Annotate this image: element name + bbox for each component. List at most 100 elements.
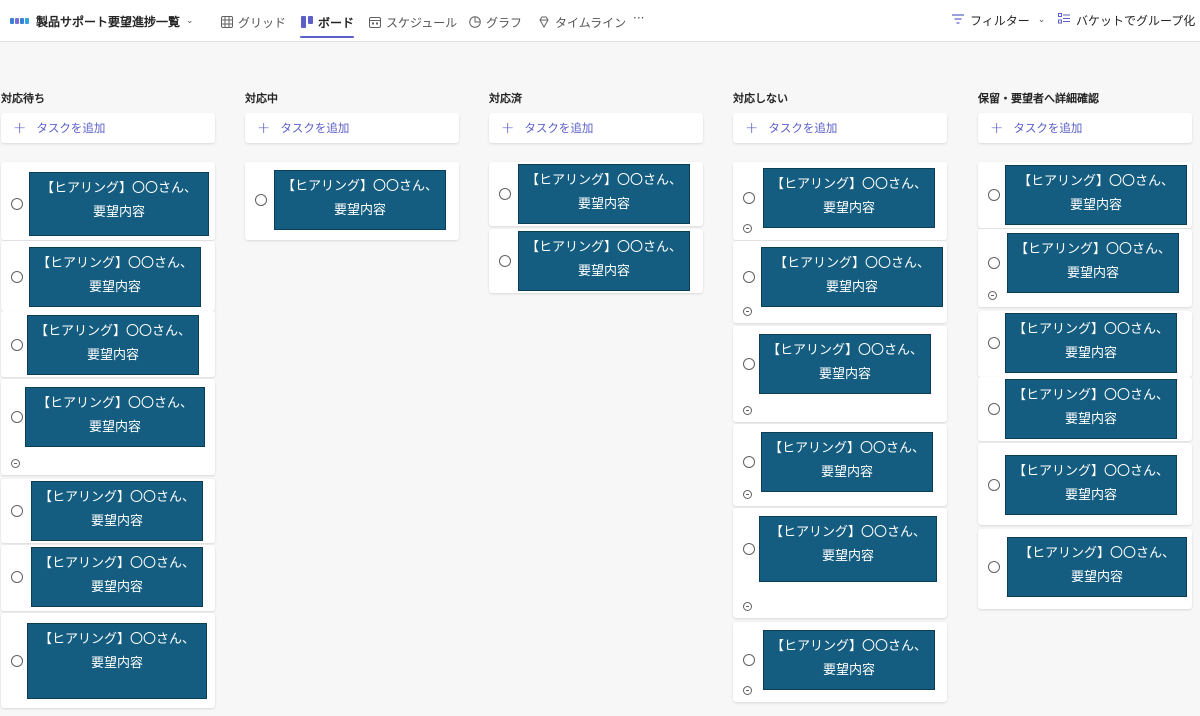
complete-task-radio[interactable]: [499, 255, 511, 267]
task-card[interactable]: 【ヒアリング】〇〇さん、 要望内容: [978, 229, 1192, 307]
card-title-line: 【ヒアリング】〇〇さん、: [1012, 388, 1169, 403]
card-title-line: 要望内容: [820, 465, 873, 480]
bucket-title[interactable]: 対応済: [489, 90, 522, 106]
plan-title: 製品サポート要望進捗一覧: [36, 14, 181, 29]
add-task-button[interactable]: + タスクを追加: [489, 113, 703, 143]
card-title-line: 要望内容: [818, 367, 871, 382]
task-card[interactable]: 【ヒアリング】〇〇さん、 要望内容: [978, 377, 1192, 441]
complete-task-radio[interactable]: [11, 655, 23, 667]
chart-icon: [468, 15, 482, 29]
tab-label: スケジュール: [386, 15, 458, 30]
card-title-line: 【ヒアリング】〇〇さん、: [525, 240, 682, 255]
task-card[interactable]: 【ヒアリング】〇〇さん、 要望内容: [1, 241, 215, 311]
grid-icon: [220, 15, 234, 29]
card-title-line: 要望内容: [1064, 488, 1117, 503]
bucket-title[interactable]: 対応中: [245, 90, 278, 106]
task-card[interactable]: 【ヒアリング】〇〇さん、 要望内容: [489, 229, 703, 293]
add-task-button[interactable]: + タスクを追加: [1, 113, 215, 143]
complete-task-radio[interactable]: [11, 198, 23, 210]
card-preview-image: 【ヒアリング】〇〇さん、 要望内容: [274, 170, 446, 230]
task-card[interactable]: 【ヒアリング】〇〇さん、 要望内容: [245, 162, 459, 240]
card-title-line: 要望内容: [90, 656, 143, 671]
comment-icon: [743, 686, 752, 695]
complete-task-radio[interactable]: [988, 189, 1000, 201]
card-preview-image: 【ヒアリング】〇〇さん、 要望内容: [518, 231, 690, 291]
plan-selector[interactable]: 製品サポート要望進捗一覧 ⌄: [10, 10, 194, 32]
more-options-icon[interactable]: ···: [633, 8, 644, 30]
filter-button[interactable]: フィルター ⌄: [952, 10, 1045, 30]
task-card[interactable]: 【ヒアリング】〇〇さん、 要望内容: [1, 613, 215, 708]
complete-task-radio[interactable]: [11, 339, 23, 351]
add-task-button[interactable]: + タスクを追加: [733, 113, 947, 143]
task-card[interactable]: 【ヒアリング】〇〇さん、 要望内容: [978, 162, 1192, 228]
complete-task-radio[interactable]: [743, 456, 755, 468]
tab-grid[interactable]: グリッド: [220, 8, 286, 36]
bucket-title[interactable]: 保留・要望者へ詳細確認: [978, 90, 1099, 106]
task-card[interactable]: 【ヒアリング】〇〇さん、 要望内容: [1, 545, 215, 611]
add-task-label: タスクを追加: [524, 121, 594, 135]
comment-icon: [743, 490, 752, 499]
add-task-label: タスクを追加: [280, 121, 350, 135]
group-label: バケットでグループ化: [1076, 13, 1196, 28]
complete-task-radio[interactable]: [988, 337, 1000, 349]
complete-task-radio[interactable]: [11, 271, 23, 283]
add-task-button[interactable]: + タスクを追加: [245, 113, 459, 143]
group-by-button[interactable]: バケットでグループ化 ⌄: [1058, 10, 1200, 30]
comment-icon: [743, 602, 752, 611]
card-preview-image: 【ヒアリング】〇〇さん、 要望内容: [1005, 455, 1177, 515]
task-card[interactable]: 【ヒアリング】〇〇さん、 要望内容: [1, 311, 215, 377]
tab-label: グラフ: [486, 15, 523, 30]
task-card[interactable]: 【ヒアリング】〇〇さん、 要望内容: [1, 379, 215, 475]
card-title-line: 【ヒアリング】〇〇さん、: [768, 441, 925, 456]
tab-chart[interactable]: グラフ: [468, 8, 522, 36]
task-card[interactable]: 【ヒアリング】〇〇さん、 要望内容: [733, 162, 947, 240]
card-title-line: 【ヒアリング】〇〇さん、: [1012, 464, 1169, 479]
complete-task-radio[interactable]: [988, 257, 1000, 269]
task-card[interactable]: 【ヒアリング】〇〇さん、 要望内容: [733, 241, 947, 323]
complete-task-radio[interactable]: [988, 479, 1000, 491]
card-title-line: 要望内容: [577, 197, 630, 212]
task-card[interactable]: 【ヒアリング】〇〇さん、 要望内容: [978, 311, 1192, 377]
task-card[interactable]: 【ヒアリング】〇〇さん、 要望内容: [1, 162, 215, 240]
card-title-line: 要望内容: [90, 514, 143, 529]
card-title-line: 【ヒアリング】〇〇さん、: [36, 396, 193, 411]
bucket-title[interactable]: 対応しない: [733, 90, 788, 106]
card-preview-image: 【ヒアリング】〇〇さん、 要望内容: [763, 630, 935, 690]
filter-icon: [952, 13, 964, 27]
card-preview-image: 【ヒアリング】〇〇さん、 要望内容: [518, 164, 690, 224]
complete-task-radio[interactable]: [743, 271, 755, 283]
complete-task-radio[interactable]: [255, 194, 267, 206]
card-title-line: 【ヒアリング】〇〇さん、: [773, 256, 930, 271]
task-card[interactable]: 【ヒアリング】〇〇さん、 要望内容: [733, 326, 947, 422]
complete-task-radio[interactable]: [11, 505, 23, 517]
complete-task-radio[interactable]: [499, 188, 511, 200]
task-card[interactable]: 【ヒアリング】〇〇さん、 要望内容: [733, 622, 947, 702]
task-card[interactable]: 【ヒアリング】〇〇さん、 要望内容: [733, 424, 947, 506]
task-card[interactable]: 【ヒアリング】〇〇さん、 要望内容: [978, 443, 1192, 525]
card-title-line: 【ヒアリング】〇〇さん、: [1018, 546, 1175, 561]
card-title-line: 要望内容: [1064, 412, 1117, 427]
card-title-line: 【ヒアリング】〇〇さん、: [36, 256, 193, 271]
task-card[interactable]: 【ヒアリング】〇〇さん、 要望内容: [978, 529, 1192, 609]
card-preview-image: 【ヒアリング】〇〇さん、 要望内容: [1005, 313, 1177, 373]
task-card[interactable]: 【ヒアリング】〇〇さん、 要望内容: [733, 508, 947, 618]
card-preview-image: 【ヒアリング】〇〇さん、 要望内容: [25, 387, 205, 447]
card-preview-image: 【ヒアリング】〇〇さん、 要望内容: [759, 334, 931, 394]
card-preview-image: 【ヒアリング】〇〇さん、 要望内容: [27, 623, 207, 699]
tab-schedule[interactable]: スケジュール: [368, 8, 457, 36]
complete-task-radio[interactable]: [743, 543, 755, 555]
task-card[interactable]: 【ヒアリング】〇〇さん、 要望内容: [489, 162, 703, 226]
tab-board[interactable]: ボード: [300, 8, 355, 38]
complete-task-radio[interactable]: [988, 403, 1000, 415]
bucket-title[interactable]: 対応待ち: [1, 90, 45, 106]
complete-task-radio[interactable]: [743, 654, 755, 666]
complete-task-radio[interactable]: [11, 571, 23, 583]
add-task-button[interactable]: + タスクを追加: [978, 113, 1192, 143]
tab-timeline[interactable]: タイムライン: [537, 8, 626, 36]
complete-task-radio[interactable]: [11, 411, 23, 423]
complete-task-radio[interactable]: [743, 192, 755, 204]
plus-icon: +: [745, 118, 759, 137]
complete-task-radio[interactable]: [988, 561, 1000, 573]
task-card[interactable]: 【ヒアリング】〇〇さん、 要望内容: [1, 479, 215, 543]
complete-task-radio[interactable]: [743, 358, 755, 370]
